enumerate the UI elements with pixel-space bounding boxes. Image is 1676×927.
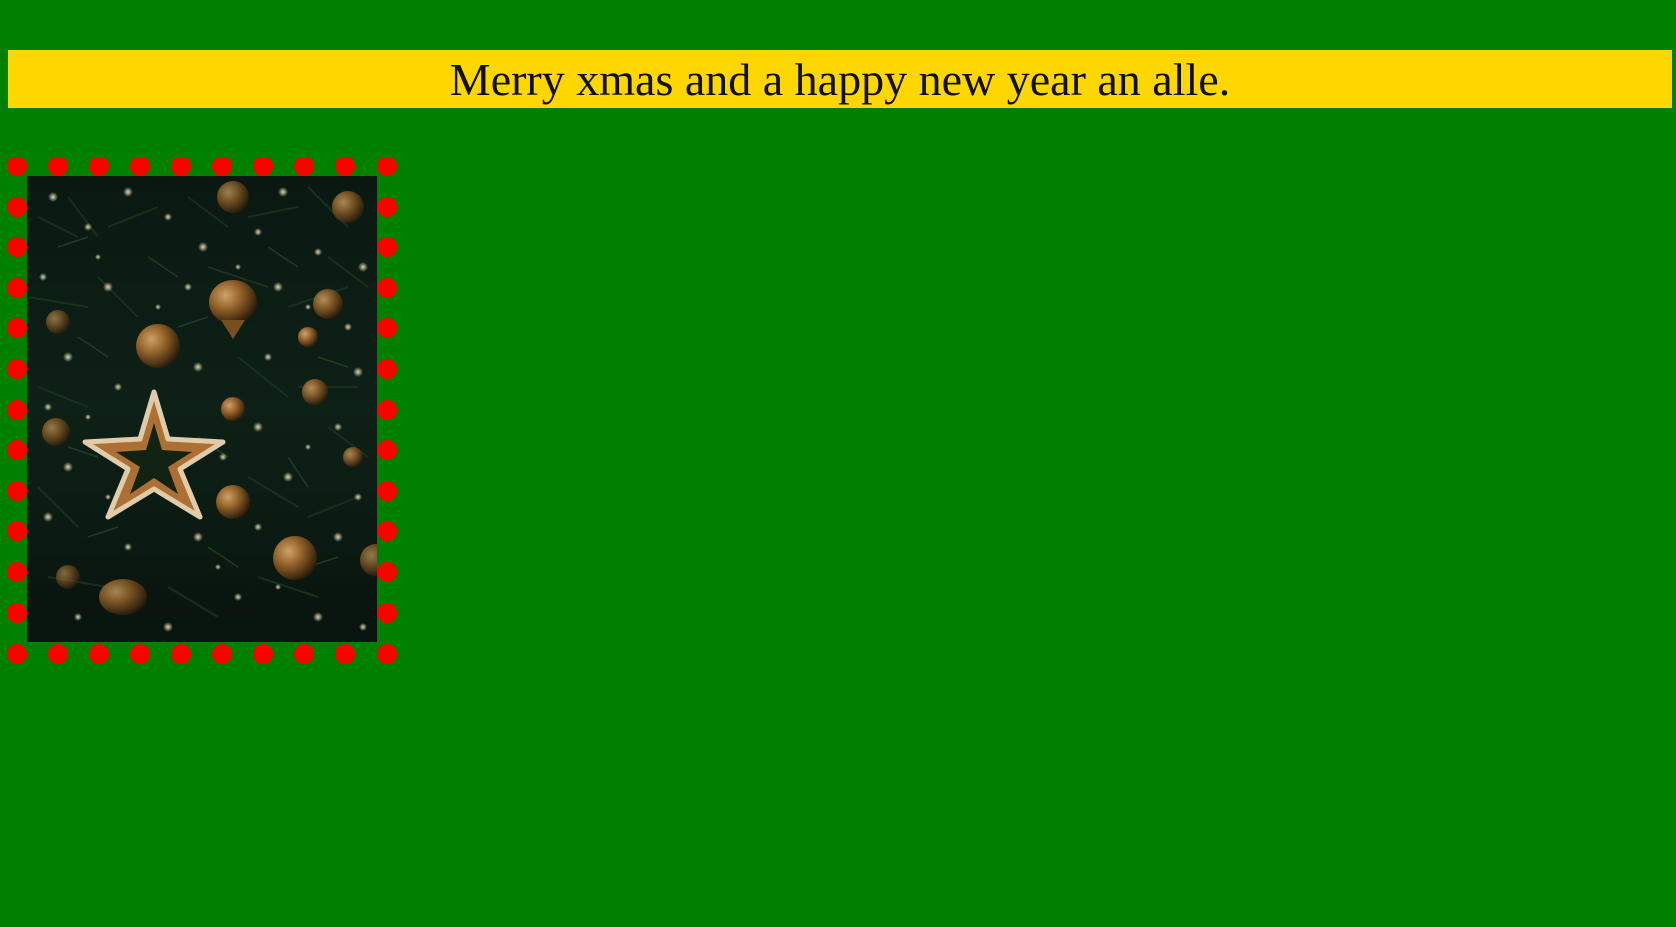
christmas-tree-photo [8,157,397,664]
christmas-photo-frame [8,157,398,665]
greeting-banner: Merry xmas and a happy new year an alle. [8,50,1672,108]
photo-content [27,176,377,642]
greeting-text: Merry xmas and a happy new year an alle. [449,54,1231,105]
